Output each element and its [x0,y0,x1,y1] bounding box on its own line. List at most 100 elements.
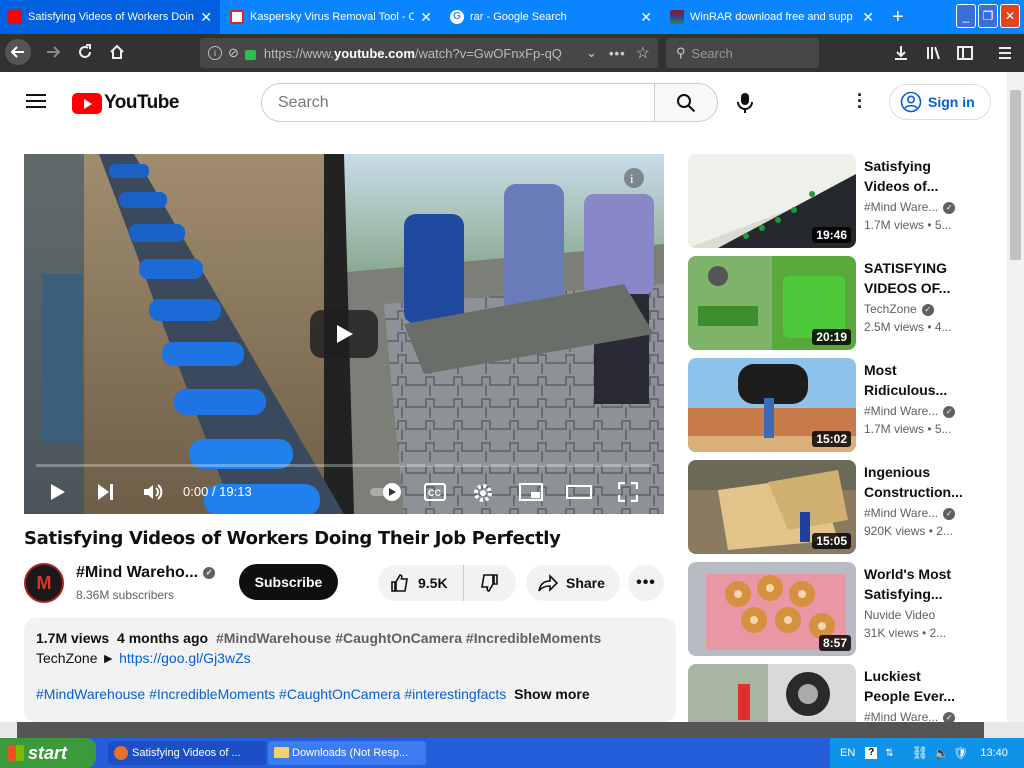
tab-youtube[interactable]: Satisfying Videos of Workers Doing ✕ [0,0,220,34]
play-pause-button[interactable] [48,482,68,507]
dislike-button[interactable] [464,573,514,593]
youtube-search-button[interactable] [654,83,718,122]
verified-check-icon: ✓ [921,303,934,316]
recommendation-channel[interactable]: #Mind Ware... ✓ [864,200,956,214]
autoplay-toggle[interactable] [370,482,406,507]
subtitles-button[interactable]: CC [424,483,446,506]
recommendation-title[interactable]: Ingenious Construction... [864,462,964,502]
menu-button[interactable] [992,40,1018,66]
kaspersky-favicon-icon [230,10,244,24]
subscribe-button[interactable]: Subscribe [239,564,338,600]
recommendation-item[interactable]: 19:46 Satisfying Videos of... #Mind Ware.… [688,154,1007,248]
recommendation-item[interactable]: 15:05 Ingenious Construction... #Mind War… [688,460,1007,554]
settings-button[interactable] [472,482,494,509]
video-description[interactable]: 1.7M views 4 months ago #MindWarehouse #… [24,618,676,722]
voice-search-button[interactable] [736,92,754,119]
mute-button[interactable] [142,481,164,508]
recommendation-thumbnail[interactable] [688,664,856,722]
like-button[interactable]: 9.5K [378,565,464,601]
recommendation-thumbnail[interactable]: 15:05 [688,460,856,554]
next-video-button[interactable] [96,482,116,507]
video-player[interactable]: i 0:00 / 19:13 CC [24,154,664,514]
vertical-scrollbar[interactable] [1007,72,1024,722]
taskbar-item-browser[interactable]: Satisfying Videos of ... [108,741,266,765]
tab-google-search[interactable]: G rar - Google Search ✕ [442,0,660,34]
recommendation-channel[interactable]: #Mind Ware... ✓ [864,506,956,520]
show-more-button[interactable]: Show more [514,686,589,702]
forward-button[interactable] [40,39,66,65]
scrollbar-thumb[interactable] [1010,90,1021,260]
tray-arrows-icon[interactable]: ⇅ [885,748,893,759]
recommendation-title[interactable]: Most Ridiculous... [864,360,964,400]
fullscreen-button[interactable] [617,481,639,507]
language-indicator[interactable]: EN [840,747,855,759]
horizontal-scrollbar[interactable] [0,722,1024,738]
recommendation-title[interactable]: Luckiest People Ever... [864,666,964,706]
info-icon[interactable]: i [208,46,222,60]
recommendation-title[interactable]: SATISFYING VIDEOS OF... [864,258,964,298]
recommendation-thumbnail[interactable]: 20:19 [688,256,856,350]
start-button[interactable]: start [0,738,96,768]
lock-icon[interactable] [244,50,256,60]
new-tab-button[interactable]: + [884,0,914,34]
recommendation-channel[interactable]: #Mind Ware... ✓ [864,710,956,722]
credit-link[interactable]: https://goo.gl/Gj3wZs [119,650,251,666]
taskbar-item-downloads[interactable]: Downloads (Not Resp... [268,741,426,765]
close-tab-icon[interactable]: ✕ [640,9,652,26]
close-tab-icon[interactable]: ✕ [420,9,432,26]
channel-name[interactable]: #Mind Wareho... ✓ [76,564,216,582]
help-icon[interactable]: ? [865,747,878,759]
restore-window-button[interactable]: ❐ [978,4,998,28]
tracking-protection-icon[interactable]: ⊘ [228,45,239,61]
minimize-window-button[interactable]: _ [956,4,976,28]
recommendation-item[interactable]: Luckiest People Ever... #Mind Ware... ✓ [688,664,1007,722]
page-actions-icon[interactable]: ••• [609,46,626,61]
recommendation-title[interactable]: World's Most Satisfying... [864,564,964,604]
title-line-1: Ingenious [864,464,931,480]
recommendation-item[interactable]: 20:19 SATISFYING VIDEOS OF... TechZone ✓ 2… [688,256,1007,350]
recommendation-item[interactable]: 15:02 Most Ridiculous... #Mind Ware... ✓ 1… [688,358,1007,452]
youtube-search-input[interactable]: Search [261,83,655,122]
progress-bar[interactable] [36,464,652,467]
sidebar-button[interactable] [952,40,978,66]
tab-kaspersky[interactable]: Kaspersky Virus Removal Tool - C ✕ [222,0,440,34]
back-button[interactable] [5,39,31,65]
library-button[interactable] [920,40,946,66]
tab-title: Kaspersky Virus Removal Tool - C [250,11,415,23]
recommendation-thumbnail[interactable]: 19:46 [688,154,856,248]
large-play-button[interactable] [310,310,378,358]
security-tray-icon[interactable]: 🛡 [953,746,968,760]
recommendation-channel[interactable]: Nuvide Video [864,608,935,622]
more-actions-button[interactable]: ••• [628,565,664,601]
browser-search-input[interactable]: ⚲ Search [666,38,819,68]
downloads-button[interactable] [888,40,914,66]
recommendation-item[interactable]: 8:57 World's Most Satisfying... Nuvide Vi… [688,562,1007,656]
recommendation-thumbnail[interactable]: 8:57 [688,562,856,656]
close-tab-icon[interactable]: ✕ [862,9,874,26]
share-button[interactable]: Share [526,565,620,601]
guide-menu-icon[interactable] [26,94,46,108]
close-window-button[interactable]: ✕ [1000,4,1020,28]
recommendation-channel[interactable]: #Mind Ware... ✓ [864,404,956,418]
sign-in-button[interactable]: Sign in [889,84,991,120]
channel-avatar[interactable]: M [24,563,64,603]
theater-mode-button[interactable] [566,483,592,506]
recommendation-title[interactable]: Satisfying Videos of... [864,156,964,196]
youtube-logo-text: YouTube [104,92,179,113]
recommendation-thumbnail[interactable]: 15:02 [688,358,856,452]
volume-tray-icon[interactable]: 🔈 [934,746,949,760]
horizontal-scrollbar-thumb[interactable] [17,722,984,738]
settings-more-icon[interactable]: · · · [852,86,868,116]
close-tab-icon[interactable]: ✕ [200,9,212,26]
network-icon[interactable]: ⛓ [912,745,929,761]
hashtag-links[interactable]: #MindWarehouse #IncredibleMoments #Caugh… [36,686,506,702]
reload-button[interactable] [72,39,98,65]
bookmark-star-icon[interactable]: ☆ [636,43,650,63]
youtube-logo[interactable]: YouTube [72,92,179,114]
chevron-down-icon[interactable]: ⌄ [586,45,597,61]
recommendation-channel[interactable]: TechZone ✓ [864,302,934,316]
miniplayer-button[interactable] [519,483,543,506]
url-bar[interactable]: i ⊘ https://www.youtube.com/watch?v=GwOF… [200,38,658,68]
home-button[interactable] [104,39,130,65]
tab-winrar[interactable]: WinRAR download free and supp ✕ [662,0,882,34]
